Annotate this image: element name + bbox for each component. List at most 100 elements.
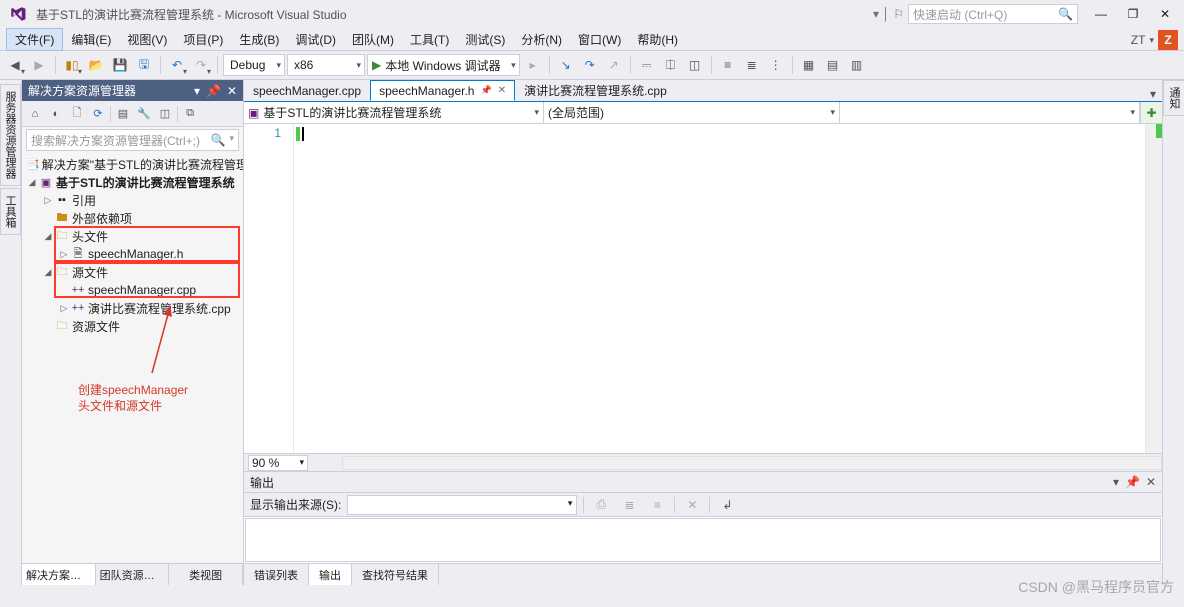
- doc-tab-1[interactable]: speechManager.h📌✕: [370, 80, 515, 101]
- doc-tab-0[interactable]: speechManager.cpp: [244, 80, 370, 101]
- dropdown-icon[interactable]: ▾: [1113, 475, 1119, 489]
- out-clear-icon[interactable]: ✕: [681, 494, 703, 516]
- preview-icon[interactable]: ◫: [156, 105, 174, 123]
- vtab-server-explorer[interactable]: 服务器资源管理器: [0, 84, 21, 186]
- tb-h[interactable]: ▤: [822, 54, 844, 76]
- open-file-button[interactable]: 📂: [85, 54, 107, 76]
- dropdown-icon[interactable]: ▾: [194, 84, 200, 98]
- tabs-overflow-icon[interactable]: ▾: [1144, 87, 1162, 101]
- user-initials[interactable]: ZT: [1127, 33, 1150, 47]
- collapse-icon[interactable]: ◐: [47, 105, 65, 123]
- nav-scope-member[interactable]: [840, 102, 1140, 123]
- nav-back-button[interactable]: ◀: [4, 54, 26, 76]
- header-file-node[interactable]: ▷🗎speechManager.h: [22, 245, 243, 263]
- tb-misc1[interactable]: ▸: [522, 54, 544, 76]
- close-button[interactable]: ✕: [1152, 7, 1178, 21]
- start-debug-button[interactable]: ▶ 本地 Windows 调试器: [367, 54, 520, 76]
- menu-analyze[interactable]: 分析(N): [513, 29, 570, 50]
- showall-icon[interactable]: ▤: [114, 105, 132, 123]
- out-btn-3[interactable]: ≡: [646, 494, 668, 516]
- undo-button[interactable]: ↶: [166, 54, 188, 76]
- zoom-combo[interactable]: 90 %▾: [248, 455, 308, 471]
- platform-combo[interactable]: x86: [287, 54, 365, 76]
- more-icon[interactable]: ⧉: [181, 105, 199, 123]
- menu-file[interactable]: 文件(F): [6, 28, 63, 51]
- close-tab-icon[interactable]: ✕: [498, 85, 506, 96]
- tb-b[interactable]: ⎅: [660, 54, 682, 76]
- notification-icons[interactable]: ▾ │ ⚐: [873, 7, 904, 21]
- menu-edit[interactable]: 编辑(E): [63, 29, 119, 50]
- menu-project[interactable]: 项目(P): [175, 29, 231, 50]
- btab-output[interactable]: 输出: [309, 564, 352, 585]
- out-btn-1[interactable]: ⎙: [590, 494, 612, 516]
- tb-i[interactable]: ▥: [846, 54, 868, 76]
- out-wrap-icon[interactable]: ↲: [716, 494, 738, 516]
- tb-g[interactable]: ▦: [798, 54, 820, 76]
- code-editor[interactable]: 1: [244, 124, 1162, 453]
- menu-tools[interactable]: 工具(T): [402, 29, 457, 50]
- sync-icon[interactable]: ⟳: [89, 105, 107, 123]
- menu-window[interactable]: 窗口(W): [570, 29, 629, 50]
- source-file-2[interactable]: ▷++演讲比赛流程管理系统.cpp: [22, 299, 243, 317]
- btab-errors[interactable]: 错误列表: [244, 564, 309, 585]
- nav-scope-global[interactable]: (全局范围): [544, 102, 840, 123]
- out-btn-2[interactable]: ≣: [618, 494, 640, 516]
- step-into-icon[interactable]: ↘: [555, 54, 577, 76]
- menu-team[interactable]: 团队(M): [344, 29, 402, 50]
- extdeps-node[interactable]: 🖿外部依赖项: [22, 209, 243, 227]
- pin-icon[interactable]: 📌: [1125, 475, 1140, 489]
- vtab-toolbox[interactable]: 工具箱: [0, 188, 21, 235]
- refresh-icon[interactable]: 🗋: [68, 105, 86, 123]
- save-button[interactable]: 💾: [109, 54, 131, 76]
- menu-view[interactable]: 视图(V): [119, 29, 175, 50]
- step-over-icon[interactable]: ↷: [579, 54, 601, 76]
- menu-test[interactable]: 测试(S): [457, 29, 513, 50]
- save-all-button[interactable]: 🖫: [133, 54, 155, 76]
- add-item-button[interactable]: ✚: [1140, 102, 1162, 123]
- minimize-button[interactable]: —: [1088, 7, 1114, 21]
- code-content[interactable]: [294, 124, 1145, 453]
- config-combo[interactable]: Debug: [223, 54, 285, 76]
- menu-help[interactable]: 帮助(H): [629, 29, 686, 50]
- menu-debug[interactable]: 调试(D): [287, 29, 344, 50]
- source-file-1[interactable]: ++speechManager.cpp: [22, 281, 243, 299]
- sources-folder[interactable]: ◢🗀源文件: [22, 263, 243, 281]
- tb-c[interactable]: ◫: [684, 54, 706, 76]
- etab-team[interactable]: 团队资源管理器: [96, 564, 170, 585]
- tb-f[interactable]: ⋮: [765, 54, 787, 76]
- tb-a[interactable]: ⎓: [636, 54, 658, 76]
- references-node[interactable]: ▷▪▪引用: [22, 191, 243, 209]
- etab-solution[interactable]: 解决方案资源管...: [22, 564, 96, 585]
- pin-icon[interactable]: 📌: [480, 85, 491, 96]
- nav-fwd-button[interactable]: ▶: [28, 54, 50, 76]
- output-body[interactable]: [245, 518, 1161, 562]
- output-source-combo[interactable]: [347, 495, 577, 515]
- new-project-button[interactable]: ▮▯: [61, 54, 83, 76]
- close-panel-icon[interactable]: ✕: [227, 84, 237, 98]
- doc-tab-2[interactable]: 演讲比赛流程管理系统.cpp: [515, 80, 676, 101]
- resources-folder[interactable]: 🗀资源文件: [22, 317, 243, 335]
- step-out-icon[interactable]: ↗: [603, 54, 625, 76]
- redo-button[interactable]: ↷: [190, 54, 212, 76]
- solution-node[interactable]: 📑解决方案"基于STL的演讲比赛流程管理系统": [22, 155, 243, 173]
- close-panel-icon[interactable]: ✕: [1146, 475, 1156, 489]
- maximize-button[interactable]: ❐: [1120, 7, 1146, 21]
- tb-e[interactable]: ≣: [741, 54, 763, 76]
- vtab-notifications[interactable]: 通知: [1163, 80, 1184, 116]
- explorer-search[interactable]: 搜索解决方案资源管理器(Ctrl+;) 🔍▾: [26, 129, 239, 151]
- properties-icon[interactable]: 🔧: [135, 105, 153, 123]
- project-node[interactable]: ◢▣基于STL的演讲比赛流程管理系统: [22, 173, 243, 191]
- tb-d[interactable]: ≡: [717, 54, 739, 76]
- user-badge[interactable]: Z: [1158, 30, 1178, 50]
- etab-class[interactable]: 类视图: [169, 564, 243, 585]
- nav-scope-project[interactable]: ▣基于STL的演讲比赛流程管理系统: [244, 102, 544, 123]
- headers-folder[interactable]: ◢🗀头文件: [22, 227, 243, 245]
- horizontal-scrollbar[interactable]: [342, 456, 1162, 470]
- home-icon[interactable]: ⌂: [26, 105, 44, 123]
- btab-findsymbol[interactable]: 查找符号结果: [352, 564, 439, 585]
- menu-build[interactable]: 生成(B): [231, 29, 287, 50]
- pin-icon[interactable]: 📌: [206, 84, 221, 98]
- quick-launch-input[interactable]: 快速启动 (Ctrl+Q) 🔍: [908, 4, 1078, 24]
- expander-icon[interactable]: ◢: [26, 177, 38, 188]
- vertical-scrollbar[interactable]: [1145, 124, 1162, 453]
